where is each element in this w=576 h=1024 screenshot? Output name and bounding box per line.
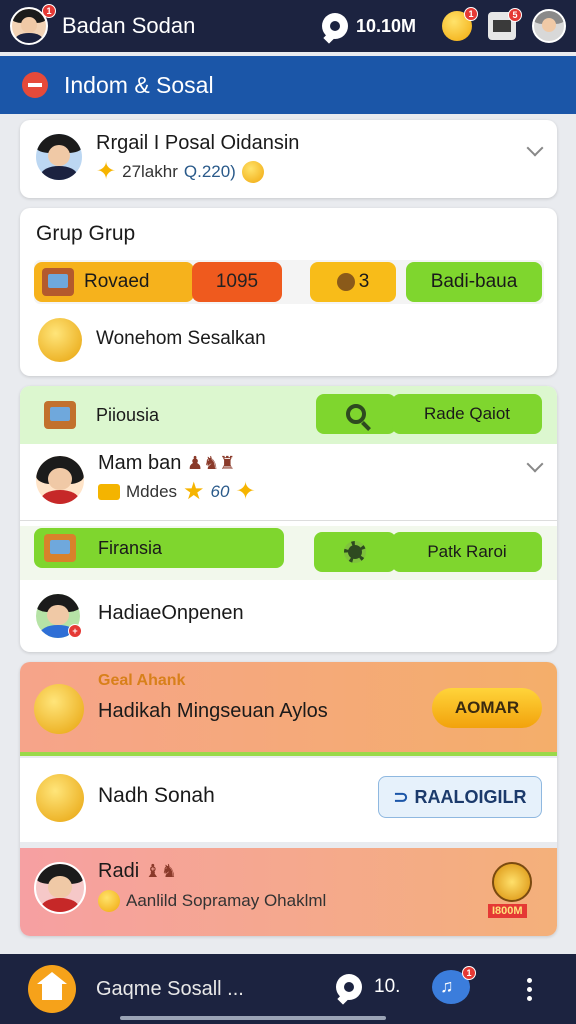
- stat-label: Rovaed: [84, 271, 150, 292]
- promo-button[interactable]: AOMAR: [432, 688, 542, 728]
- member-value: 60: [210, 482, 230, 501]
- promo-tag: Geal Ahank: [98, 672, 186, 689]
- section-header: Indom & Sosal: [0, 56, 576, 114]
- group-title: Grup Grup: [36, 222, 136, 245]
- coin-icon: [98, 890, 120, 912]
- profile-avatar[interactable]: [532, 9, 566, 43]
- bottom-navigation: Gaqme Sosall ... 10. ♫ 1: [0, 954, 576, 1024]
- row2-button[interactable]: Patk Raroi: [392, 532, 542, 572]
- folder-icon: [44, 534, 76, 562]
- search-button[interactable]: [316, 394, 396, 434]
- bell-icon: ♫: [440, 976, 454, 996]
- rovaed-stat[interactable]: Rovaed: [34, 262, 194, 302]
- promo-card: Geal Ahank Hadikah Mingseuan Aylos AOMAR…: [20, 662, 557, 936]
- section-title: Indom & Sosal: [64, 71, 214, 98]
- row2-button[interactable]: ⊃ RAALOIGILR: [378, 776, 542, 818]
- profile-sub-text: 27lakhr: [122, 162, 178, 181]
- ticket-icon: [98, 484, 120, 500]
- gift-badge: 5: [508, 8, 522, 22]
- star-icon: ★: [183, 478, 205, 505]
- top-status-bar: 1 Badan Sodan 10.10M 1 5: [0, 0, 576, 52]
- member-sub: Mddes: [126, 482, 178, 501]
- home-icon: [37, 972, 67, 1000]
- chess-icons: ♟♞♜: [186, 453, 236, 473]
- settings-button[interactable]: [314, 532, 396, 572]
- avatar-notification-badge: 1: [42, 4, 56, 18]
- chess-icons: ♝♞: [144, 861, 177, 881]
- coin-badge: 1: [464, 7, 478, 21]
- row3-sub: Aanlild Sopramay Ohaklml: [98, 890, 326, 912]
- profile-stats: ✦ 27lakhr Q.220): [96, 160, 264, 184]
- username: Badan Sodan: [62, 13, 196, 38]
- member-stats: Mddes ★ 60 ✦: [98, 480, 256, 504]
- section-logo-icon: [22, 72, 48, 98]
- gear-icon: [344, 541, 366, 563]
- coin-bag-icon: [36, 774, 84, 822]
- divider: [20, 520, 557, 521]
- count-pill[interactable]: 3: [310, 262, 396, 302]
- row1-label: Piiousia: [96, 404, 160, 425]
- gold-coins-icon: [38, 318, 82, 362]
- nav-chat-count: 10.: [374, 976, 401, 997]
- coin-icon: [241, 161, 264, 183]
- chevron-down-icon[interactable]: [526, 139, 544, 157]
- trophy-icon: [336, 273, 355, 291]
- more-options-icon[interactable]: [527, 978, 532, 1001]
- promo-headline: Hadikah Mingseuan Aylos: [98, 700, 328, 722]
- folder-icon: [44, 401, 76, 429]
- profile-sub-value: Q.220): [183, 162, 236, 181]
- badge-pill[interactable]: Badi-baua: [406, 262, 542, 302]
- member-avatar: [34, 454, 86, 506]
- nav-chat[interactable]: 10.: [336, 974, 400, 1000]
- gift-button[interactable]: 5: [488, 8, 522, 40]
- chat-count: 10.10M: [355, 15, 416, 36]
- home-button[interactable]: [28, 965, 76, 1013]
- row2-text: Nadh Sonah: [98, 784, 215, 807]
- stat-value-pill[interactable]: 1095: [192, 262, 282, 302]
- chevron-down-icon[interactable]: [526, 455, 544, 473]
- activity-card: Piiousia Rade Qaiot Mam ban ♟♞♜ Mddes ★ …: [20, 386, 557, 652]
- profile-card-avatar: [34, 132, 84, 182]
- coin-button[interactable]: 1: [442, 7, 478, 41]
- sparkle-icon: ✦: [96, 158, 117, 185]
- member-name: Mam ban ♟♞♜: [98, 452, 236, 474]
- coin-stack-icon: [34, 684, 84, 734]
- profile-card[interactable]: Rrgail I Posal Oidansin ✦ 27lakhr Q.220): [20, 120, 557, 198]
- chat-bubble-icon: [321, 13, 348, 39]
- nav-label: Gaqme Sosall ...: [96, 977, 244, 1000]
- search-icon: [346, 404, 366, 424]
- chat-counter[interactable]: 10.10M: [321, 13, 416, 39]
- member2-name: HadiaeOnpenen: [98, 602, 244, 624]
- link-icon: ⊃: [393, 786, 409, 807]
- folder-icon: [42, 268, 74, 296]
- reward-medal-icon[interactable]: [492, 862, 532, 902]
- reward-text: Wonehom Sesalkan: [96, 328, 266, 349]
- row2-label: Firansia: [98, 537, 163, 558]
- promo-avatar: [34, 862, 86, 914]
- group-card: Grup Grup Rovaed 1095 3 Badi-baua Woneho…: [20, 208, 557, 376]
- sparkle-icon: ✦: [235, 478, 256, 505]
- notification-badge: 1: [462, 966, 476, 980]
- notifications-button[interactable]: ♫ 1: [432, 966, 476, 1004]
- firansia-pill[interactable]: Firansia: [34, 528, 284, 568]
- count-value: 3: [358, 271, 370, 292]
- profile-name: Rrgail I Posal Oidansin: [96, 132, 300, 154]
- row3-name: Radi ♝♞: [98, 860, 177, 882]
- chat-bubble-icon: [336, 974, 362, 1000]
- row3-badge: I800M: [488, 904, 527, 918]
- scroll-indicator: [120, 1016, 386, 1020]
- row1-button[interactable]: Rade Qaiot: [392, 394, 542, 434]
- member2-status-icon: +: [68, 624, 82, 638]
